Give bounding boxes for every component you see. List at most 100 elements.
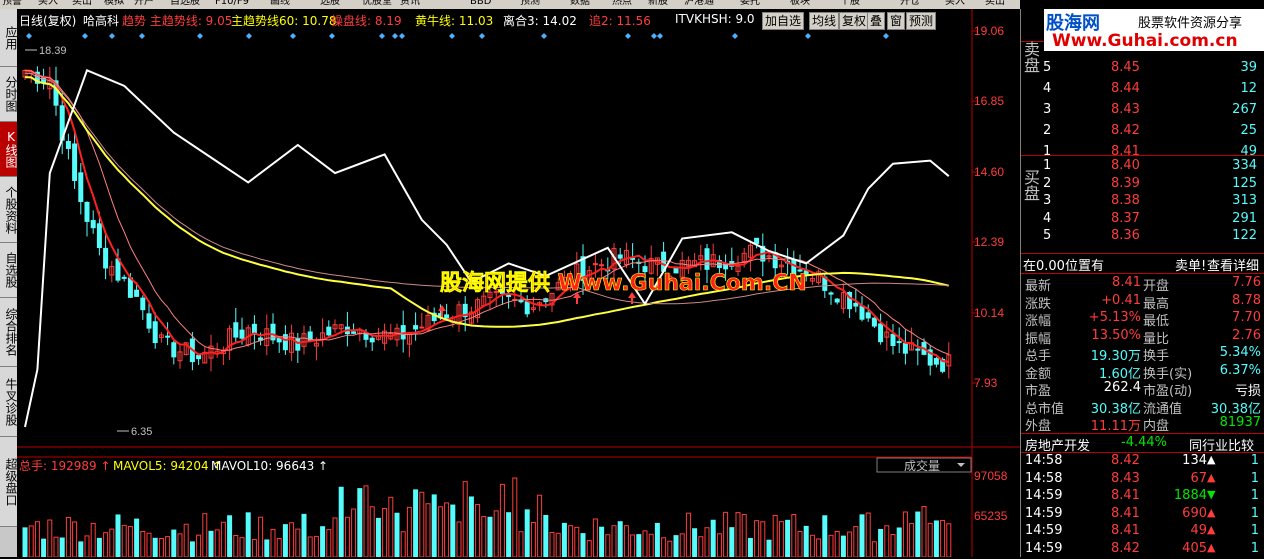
volume-bar	[208, 530, 214, 557]
volume-axis-label: 65235	[974, 509, 1008, 523]
menu-item[interactable]: 卖出	[72, 0, 92, 7]
volume-bar	[555, 532, 561, 557]
tick-volume: 49	[1190, 523, 1207, 538]
volume-bar	[704, 527, 710, 557]
white-trend-line	[24, 68, 950, 428]
low-label: 6.35	[131, 426, 152, 438]
menu-item[interactable]: 个股	[840, 0, 860, 7]
menu-item[interactable]: 热点	[612, 0, 632, 7]
menu-item[interactable]: 画线	[270, 0, 290, 7]
chart-tool-button[interactable]: 加自选	[762, 12, 805, 30]
tick-row: 14:59 8.41 690 ▲ 1	[1021, 506, 1264, 524]
chart-tool-button[interactable]: 均线	[809, 12, 840, 30]
volume-bar	[822, 515, 828, 557]
tick-volume: 67	[1190, 470, 1207, 486]
quote-value: +5.13%	[1088, 310, 1141, 325]
volume-bar	[679, 533, 685, 557]
quote-row: 外盘 11.11万 内盘 81937	[1021, 415, 1264, 434]
quote-label: 金额	[1025, 366, 1052, 382]
menu-item[interactable]: 沪港通	[684, 0, 714, 7]
volume-bar	[828, 534, 834, 557]
order-price: 8.39	[1111, 175, 1140, 191]
menu-item[interactable]: 资讯	[400, 0, 420, 7]
order-volume: 122	[1232, 228, 1257, 243]
volume-bar	[586, 540, 592, 557]
quote-value: 30.38亿	[1210, 401, 1261, 417]
signal-diamond	[805, 33, 811, 39]
left-tab[interactable]: 应用	[0, 9, 18, 67]
ma-long-line	[24, 72, 949, 305]
menu-item[interactable]: BBD	[470, 0, 491, 7]
menu-item[interactable]: 委托	[740, 0, 760, 7]
chart-tool-button[interactable]: 预测	[906, 12, 937, 30]
volume-bar	[103, 532, 109, 557]
quote-label: 换手(实)	[1143, 366, 1193, 382]
left-tab[interactable]: 自选股	[0, 243, 18, 298]
quote-label: 涨跌	[1025, 296, 1052, 312]
quote-label: 换手	[1143, 349, 1170, 364]
menu-item[interactable]: 买入	[38, 0, 58, 7]
volume-bar	[59, 537, 65, 557]
menu-item[interactable]: 买入	[945, 0, 965, 7]
menu-item[interactable]: 模拟	[104, 0, 124, 7]
high-label: 18.39	[39, 45, 67, 57]
volume-bar	[165, 536, 171, 557]
volume-bar	[890, 534, 896, 557]
menu-item[interactable]: 选股	[320, 0, 340, 7]
order-volume: 291	[1232, 210, 1257, 226]
chart-tool-button[interactable]: 窗	[887, 12, 906, 30]
left-tab[interactable]: 综合排名	[0, 298, 18, 367]
menu-item[interactable]: 开户	[134, 0, 154, 7]
signal-diamond	[449, 33, 455, 39]
tick-volume: 690	[1182, 505, 1207, 521]
kline-chart[interactable]: 19.06 16.85 14.60 12.39 10.14 7.93 18.39 6.35 股海…	[17, 9, 1020, 557]
signal-diamond	[197, 33, 203, 39]
order-row: 1 8.40 334	[1021, 158, 1264, 176]
volume-bar	[902, 511, 908, 557]
menu-item[interactable]: F10/F9	[215, 0, 249, 7]
volume-bar	[444, 502, 450, 557]
menu-item[interactable]: 优股堂	[362, 0, 392, 7]
menu-item[interactable]: 预警	[2, 0, 22, 7]
chart-tool-button[interactable]: 复权	[839, 12, 870, 30]
arrow-up-icon: ▲	[1207, 453, 1216, 466]
volume-bar	[462, 481, 468, 557]
left-tab[interactable]: 个股资料	[0, 177, 18, 243]
volume-bar	[146, 532, 152, 557]
sell-note: 卖单!	[1175, 259, 1207, 274]
left-tab[interactable]: 牛叉诊股	[0, 367, 18, 437]
candle-body	[524, 301, 530, 315]
detail-link[interactable]: 查看详细	[1207, 255, 1259, 274]
menu-item[interactable]: 卖出	[985, 0, 1005, 7]
menu-item[interactable]: 自选股	[170, 0, 200, 7]
watermark-logo: 股海网 股票软件资源分享 Www.Guhai.com.cn	[1044, 9, 1264, 51]
volume-bar	[357, 488, 363, 557]
stock-name: 哈高科	[83, 14, 120, 28]
quote-value: 8.41	[1112, 275, 1141, 290]
quote-label: 最高	[1143, 296, 1170, 312]
chart-tool-button[interactable]: 叠	[867, 12, 886, 30]
volume-bar	[673, 535, 679, 557]
left-tab[interactable]: 分时图	[0, 67, 18, 122]
volume-bar	[431, 494, 437, 557]
volume-bar	[84, 535, 90, 557]
left-tab[interactable]: 超级盘口	[0, 437, 18, 527]
order-row: 3 8.43 267	[1021, 102, 1264, 120]
menu-item[interactable]: 新股	[648, 0, 668, 7]
left-tab[interactable]: K线图	[0, 122, 18, 177]
menu-item[interactable]: 板块	[790, 0, 810, 7]
volume-bars	[22, 477, 952, 557]
menu-item[interactable]: 开仓	[900, 0, 920, 7]
candle-body	[103, 247, 109, 269]
menu-item[interactable]: 预测	[520, 0, 540, 7]
volume-bar	[406, 506, 412, 557]
mavol5-label: MAVOL5: 94204 ↑	[113, 459, 222, 473]
candle-body	[121, 276, 127, 279]
quote-value: 2.76	[1232, 327, 1261, 343]
sector-row[interactable]: 房地产开发 -4.44% 同行业比较	[1021, 435, 1264, 454]
kline-chart-area[interactable]: 19.06 16.85 14.60 12.39 10.14 7.93 18.39 6.35 股海…	[17, 9, 1020, 557]
tick-count: 1	[1250, 488, 1259, 503]
menu-item[interactable]: 数据	[570, 0, 590, 7]
volume-bar	[729, 527, 735, 557]
indicator-value: 趋势 主趋势线: 9.05	[122, 14, 233, 28]
